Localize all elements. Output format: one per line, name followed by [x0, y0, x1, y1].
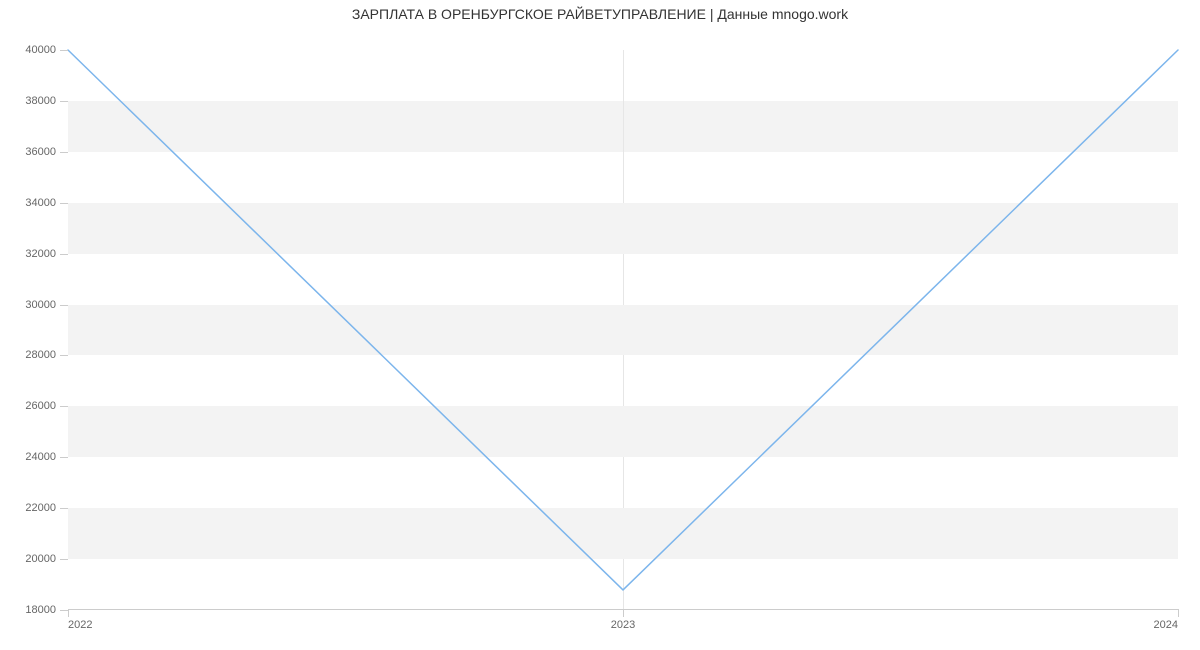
chart-title: ЗАРПЛАТА В ОРЕНБУРГСКОЕ РАЙВЕТУПРАВЛЕНИЕ… — [0, 6, 1200, 22]
y-tick-label: 34000 — [25, 197, 68, 209]
y-tick-label: 40000 — [25, 44, 68, 56]
y-tick-label: 24000 — [25, 451, 68, 463]
x-tick-label: 2022 — [68, 609, 92, 631]
y-tick-label: 22000 — [25, 502, 68, 514]
series-layer — [68, 50, 1178, 609]
y-tick-label: 18000 — [25, 604, 68, 616]
y-tick-label: 30000 — [25, 299, 68, 311]
y-tick-label: 28000 — [25, 349, 68, 361]
y-tick-label: 38000 — [25, 95, 68, 107]
plot-area: 1800020000220002400026000280003000032000… — [68, 50, 1178, 610]
line-chart: ЗАРПЛАТА В ОРЕНБУРГСКОЕ РАЙВЕТУПРАВЛЕНИЕ… — [0, 0, 1200, 650]
y-tick-label: 20000 — [25, 553, 68, 565]
x-tick — [1178, 609, 1179, 617]
y-tick-label: 36000 — [25, 146, 68, 158]
y-tick-label: 26000 — [25, 400, 68, 412]
x-tick-label: 2023 — [611, 609, 635, 631]
x-tick-label: 2024 — [1154, 609, 1178, 631]
data-line — [68, 50, 1178, 590]
y-tick-label: 32000 — [25, 248, 68, 260]
